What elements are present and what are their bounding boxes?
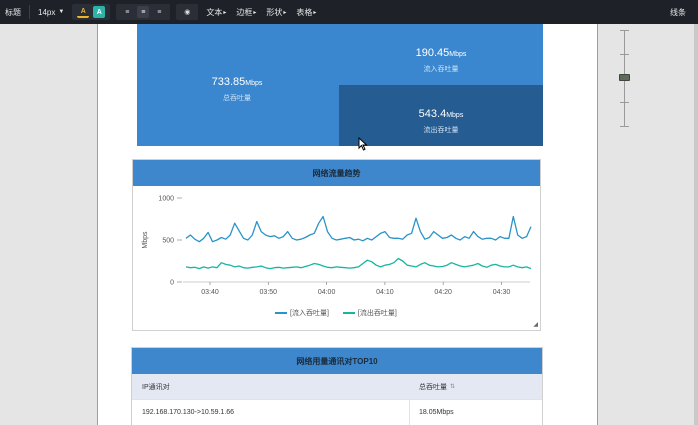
text-menu-label: 文本: [206, 7, 223, 17]
total-throughput-value: 733.85: [211, 76, 246, 88]
traffic-trend-title: 网络流量趋势: [133, 160, 540, 186]
x-tick-label: 04:20: [434, 289, 452, 296]
column-divider: [409, 400, 410, 425]
y-tick-label: 0: [170, 280, 174, 287]
inbound-throughput-label: 流入吞吐量: [423, 66, 459, 73]
toolbar: 标题 14px ▼ A A ≡ ≡ ≡ ◉ 文本 ▸ 边框 ▸ 形状 ▸ 表格 ▸ 线条: [0, 0, 698, 24]
outbound-throughput-value: 543.4: [418, 108, 447, 120]
traffic-trend-card[interactable]: 网络流量趋势 1000 500 0 Mbps 03:40 03:50 04:00 04:10 0…: [132, 159, 541, 331]
border-menu[interactable]: 边框 ▸: [231, 0, 261, 24]
row-ip-pair: 192.168.170.130->10.59.1.66: [142, 409, 235, 416]
eye-off-icon[interactable]: ◉: [181, 6, 193, 18]
legend-item-outbound[interactable]: [流出吞吐量]: [342, 308, 397, 318]
align-left-icon[interactable]: ≡: [121, 6, 133, 18]
series-line-inbound: [185, 215, 532, 243]
color-group: A A: [72, 4, 111, 20]
inbound-throughput-value: 190.45: [415, 47, 450, 59]
y-tick-label: 1000: [158, 196, 174, 203]
caret-right-icon: ▸: [253, 9, 257, 16]
top10-title: 网络用量通讯对TOP10: [132, 348, 542, 374]
sort-icon[interactable]: ⇅: [450, 383, 455, 390]
col-ip-pair[interactable]: IP通讯对: [142, 374, 170, 399]
toolbar-divider: [29, 5, 30, 19]
row-total: 18.05Mbps: [419, 409, 454, 416]
x-tick-label: 04:30: [493, 289, 511, 296]
line-panel-label[interactable]: 线条: [670, 0, 686, 24]
col-total-label: 总吞吐量: [419, 383, 447, 391]
zoom-tick: [620, 54, 629, 55]
legend-inbound-label: [流入吞吐量]: [290, 310, 329, 317]
zoom-tick: [620, 126, 629, 127]
scrollbar[interactable]: [694, 24, 698, 425]
x-tick-label: 04:00: [318, 289, 336, 296]
col-total-throughput[interactable]: 总吞吐量 ⇅: [419, 374, 455, 399]
shape-menu[interactable]: 形状 ▸: [261, 0, 291, 24]
caret-right-icon: ▸: [283, 9, 287, 16]
zoom-slider-handle[interactable]: [619, 74, 630, 81]
font-size-select[interactable]: 14px ▼: [33, 0, 69, 24]
outbound-throughput: 543.4Mbps 流出吞吐量: [366, 104, 516, 135]
table-row[interactable]: 192.168.170.130->10.59.1.66 18.05Mbps: [132, 399, 542, 425]
text-bg-color-icon[interactable]: A: [93, 6, 106, 18]
legend-outbound-label: [流出吞吐量]: [357, 310, 397, 317]
visibility-group: ◉: [176, 4, 199, 20]
series-line-outbound: [185, 257, 532, 270]
total-throughput-unit: Mbps: [245, 80, 263, 87]
border-menu-label: 边框: [236, 7, 253, 17]
top10-card[interactable]: 网络用量通讯对TOP10 IP通讯对 总吞吐量 ⇅ 192.168.170.13…: [131, 347, 543, 425]
legend-item-inbound[interactable]: [流入吞吐量]: [275, 308, 329, 318]
text-color-icon[interactable]: A: [77, 7, 90, 18]
chart-legend: [流入吞吐量] [流出吞吐量]: [275, 308, 397, 318]
x-tick-label: 03:50: [260, 289, 278, 296]
inbound-throughput-unit: Mbps: [449, 51, 467, 58]
canvas-page: 733.85Mbps 总吞吐量 190.45Mbps 流入吞吐量 543.4Mb…: [97, 24, 598, 425]
x-tick-label: 04:10: [376, 289, 394, 296]
caret-right-icon: ▸: [313, 9, 317, 16]
table-menu-label: 表格: [296, 7, 313, 17]
mouse-cursor-icon: [358, 137, 368, 151]
align-center-icon[interactable]: ≡: [137, 6, 150, 18]
caret-right-icon: ▸: [223, 9, 227, 16]
y-tick-label: 500: [162, 238, 174, 245]
top10-table-header: IP通讯对 总吞吐量 ⇅: [132, 374, 542, 399]
outbound-throughput-unit: Mbps: [446, 112, 464, 119]
zoom-tick: [620, 30, 629, 31]
resize-handle-icon[interactable]: ◢: [533, 321, 538, 328]
total-throughput: 733.85Mbps 总吞吐量: [162, 72, 312, 103]
outbound-throughput-label: 流出吞吐量: [423, 127, 459, 134]
inbound-throughput: 190.45Mbps 流入吞吐量: [366, 43, 516, 74]
zoom-tick: [620, 102, 629, 103]
table-menu[interactable]: 表格 ▸: [291, 0, 321, 24]
align-right-icon[interactable]: ≡: [153, 6, 165, 18]
total-throughput-label: 总吞吐量: [223, 95, 251, 102]
y-axis-label: Mbps: [142, 231, 149, 249]
x-tick-label: 03:40: [201, 289, 219, 296]
text-menu[interactable]: 文本 ▸: [201, 0, 231, 24]
title-menu[interactable]: 标题: [0, 0, 26, 24]
shape-menu-label: 形状: [266, 7, 283, 17]
throughput-panel[interactable]: 733.85Mbps 总吞吐量 190.45Mbps 流入吞吐量 543.4Mb…: [137, 24, 543, 146]
font-size-value: 14px: [38, 7, 56, 17]
chevron-down-icon: ▼: [58, 9, 65, 15]
align-group: ≡ ≡ ≡: [116, 4, 171, 20]
